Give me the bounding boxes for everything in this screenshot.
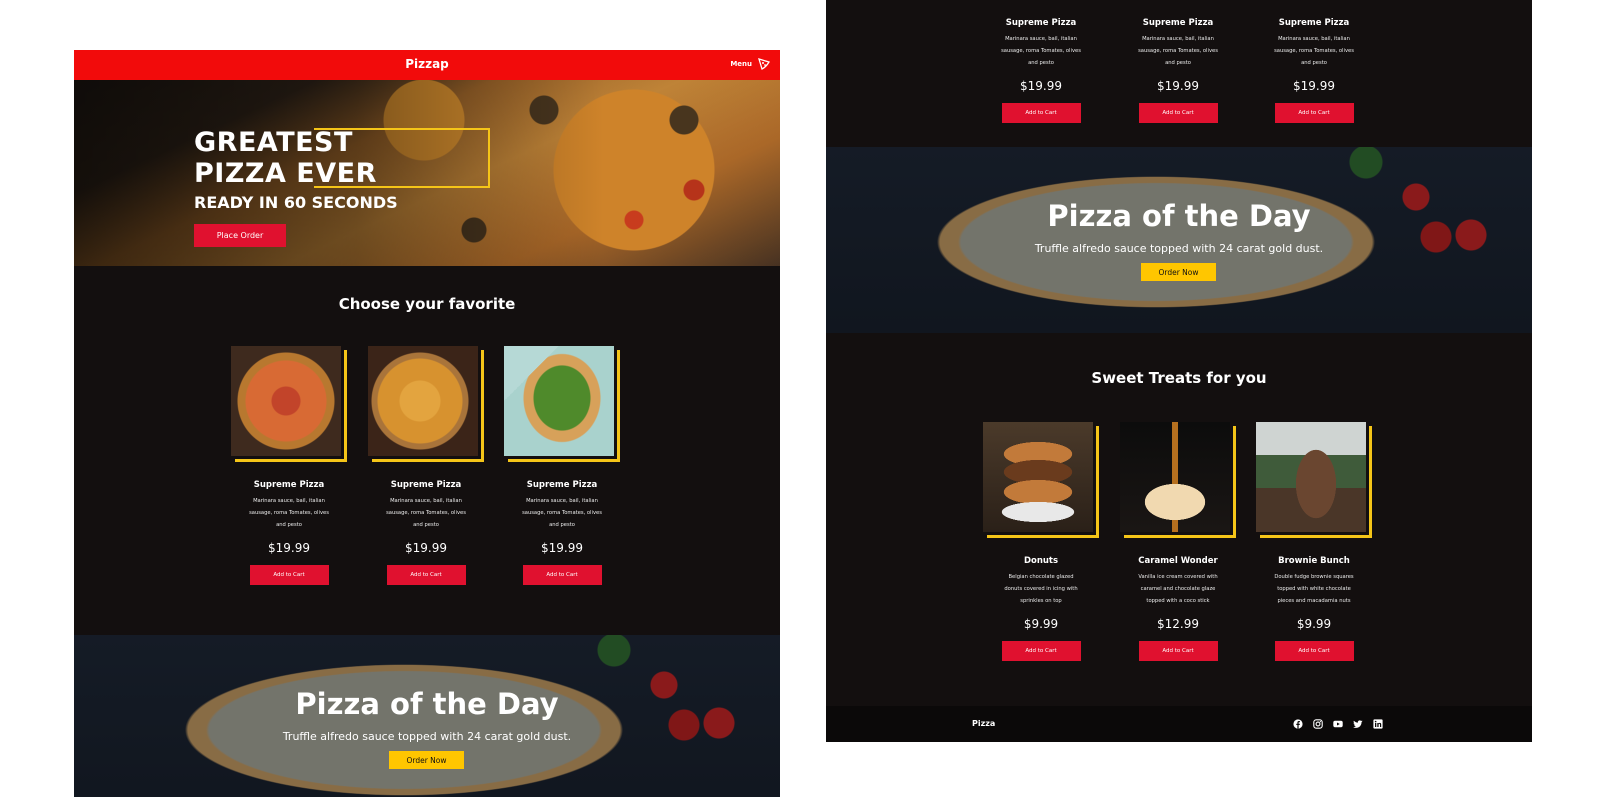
pizza-image[interactable] [231,346,341,456]
sweets-title: Sweet Treats for you [1091,369,1267,387]
card-name: Supreme Pizza [253,480,325,490]
dessert-image[interactable] [1120,422,1230,532]
instagram-icon[interactable] [1313,719,1323,729]
add-to-cart-button[interactable]: Add to Cart [386,565,466,585]
pizza-slice-icon [758,58,770,70]
card-price: $19.99 [1157,79,1199,93]
card-name: Supreme Pizza [1005,18,1077,28]
card-description: Double fudge brownie squares topped with… [1274,574,1354,604]
card-name: Caramel Wonder [1138,556,1218,566]
pizza-of-day-title: Pizza of the Day [295,687,559,721]
card-description: Marinara sauce, bail, italian sausage, r… [522,498,602,528]
add-to-cart-button[interactable]: Add to Cart [1274,641,1354,661]
card-price: $19.99 [268,541,310,555]
pizza-image[interactable] [504,346,614,456]
add-to-cart-button[interactable]: Add to Cart [522,565,602,585]
pizza-of-day-subtitle: Truffle alfredo sauce topped with 24 car… [282,730,572,743]
card-description: Marinara sauce, bail, italian sausage, r… [249,498,329,528]
hero-title: GREATEST PIZZA EVER [194,127,377,189]
favorites-title: Choose your favorite [338,295,516,313]
add-to-cart-button[interactable]: Add to Cart [1138,103,1218,123]
add-to-cart-button[interactable]: Add to Cart [1274,103,1354,123]
favorite-card-1: Supreme Pizza Marinara sauce, bail, ital… [231,346,347,585]
hero-title-line-2: PIZZA EVER [194,158,377,189]
card-name: Supreme Pizza [390,480,462,490]
card-price: $9.99 [1023,617,1059,631]
card-name: Brownie Bunch [1278,556,1350,566]
favorite-card-2-continued: Supreme Pizza Marinara sauce, bail, ital… [1120,0,1236,123]
order-now-button[interactable]: Order Now [1141,263,1216,281]
pizza-of-day-subtitle: Truffle alfredo sauce topped with 24 car… [1034,242,1324,255]
dessert-image[interactable] [983,422,1093,532]
menu-label: Menu [730,60,752,68]
favorite-card-3: Supreme Pizza Marinara sauce, bail, ital… [504,346,620,585]
social-links [1293,719,1383,729]
twitter-icon[interactable] [1353,719,1363,729]
pizza-of-day-banner: Pizza of the Day Truffle alfredo sauce t… [74,635,780,797]
card-name: Supreme Pizza [1142,18,1214,28]
dessert-image[interactable] [1256,422,1366,532]
card-name: Supreme Pizza [526,480,598,490]
page-preview-top: Pizzap Menu GREATEST PIZZA EVER READY IN… [74,50,780,797]
add-to-cart-button[interactable]: Add to Cart [249,565,329,585]
card-price: $19.99 [1293,79,1335,93]
card-description: Marinara sauce, bail, italian sausage, r… [1001,36,1081,66]
sweet-card-3: Brownie Bunch Double fudge brownie squar… [1256,422,1372,661]
card-description: Marinara sauce, bail, italian sausage, r… [1138,36,1218,66]
card-price: $12.99 [1157,617,1199,631]
card-description: Belgian chocolate glazed donuts covered … [1004,574,1078,604]
youtube-icon[interactable] [1333,719,1343,729]
footer: Pizza [826,706,1532,742]
pizza-of-day-title: Pizza of the Day [1047,199,1311,233]
footer-brand[interactable]: Pizza [972,719,995,728]
order-now-button[interactable]: Order Now [389,751,464,769]
menu-button[interactable]: Menu [730,58,770,70]
brand-logo[interactable]: Pizzap [74,57,780,71]
add-to-cart-button[interactable]: Add to Cart [1001,641,1081,661]
sweet-card-2: Caramel Wonder Vanilla ice cream covered… [1120,422,1236,661]
card-price: $9.99 [1296,617,1332,631]
pizza-of-day-banner: Pizza of the Day Truffle alfredo sauce t… [826,147,1532,333]
card-description: Marinara sauce, bail, italian sausage, r… [386,498,466,528]
favorite-card-2: Supreme Pizza Marinara sauce, bail, ital… [368,346,484,585]
add-to-cart-button[interactable]: Add to Cart [1138,641,1218,661]
pizza-image[interactable] [368,346,478,456]
card-description: Vanilla ice cream covered with caramel a… [1138,574,1218,604]
linkedin-icon[interactable] [1373,719,1383,729]
card-description: Marinara sauce, bail, italian sausage, r… [1274,36,1354,66]
hero-title-line-1: GREATEST [194,127,353,158]
sweet-card-1: Donuts Belgian chocolate glazed donuts c… [983,422,1099,661]
page-preview-bottom: Supreme Pizza Marinara sauce, bail, ital… [826,0,1532,742]
add-to-cart-button[interactable]: Add to Cart [1001,103,1081,123]
facebook-icon[interactable] [1293,719,1303,729]
banner-overlay [826,147,1532,333]
card-price: $19.99 [405,541,447,555]
card-price: $19.99 [541,541,583,555]
hero-banner: GREATEST PIZZA EVER READY IN 60 SECONDS … [74,80,780,266]
card-name: Donuts [1023,556,1059,566]
favorite-card-3-continued: Supreme Pizza Marinara sauce, bail, ital… [1256,0,1372,123]
card-price: $19.99 [1020,79,1062,93]
card-name: Supreme Pizza [1278,18,1350,28]
top-navbar: Pizzap Menu [74,50,780,80]
place-order-button[interactable]: Place Order [194,224,286,247]
favorite-card-1-continued: Supreme Pizza Marinara sauce, bail, ital… [983,0,1099,123]
hero-subtitle: READY IN 60 SECONDS [194,193,398,212]
